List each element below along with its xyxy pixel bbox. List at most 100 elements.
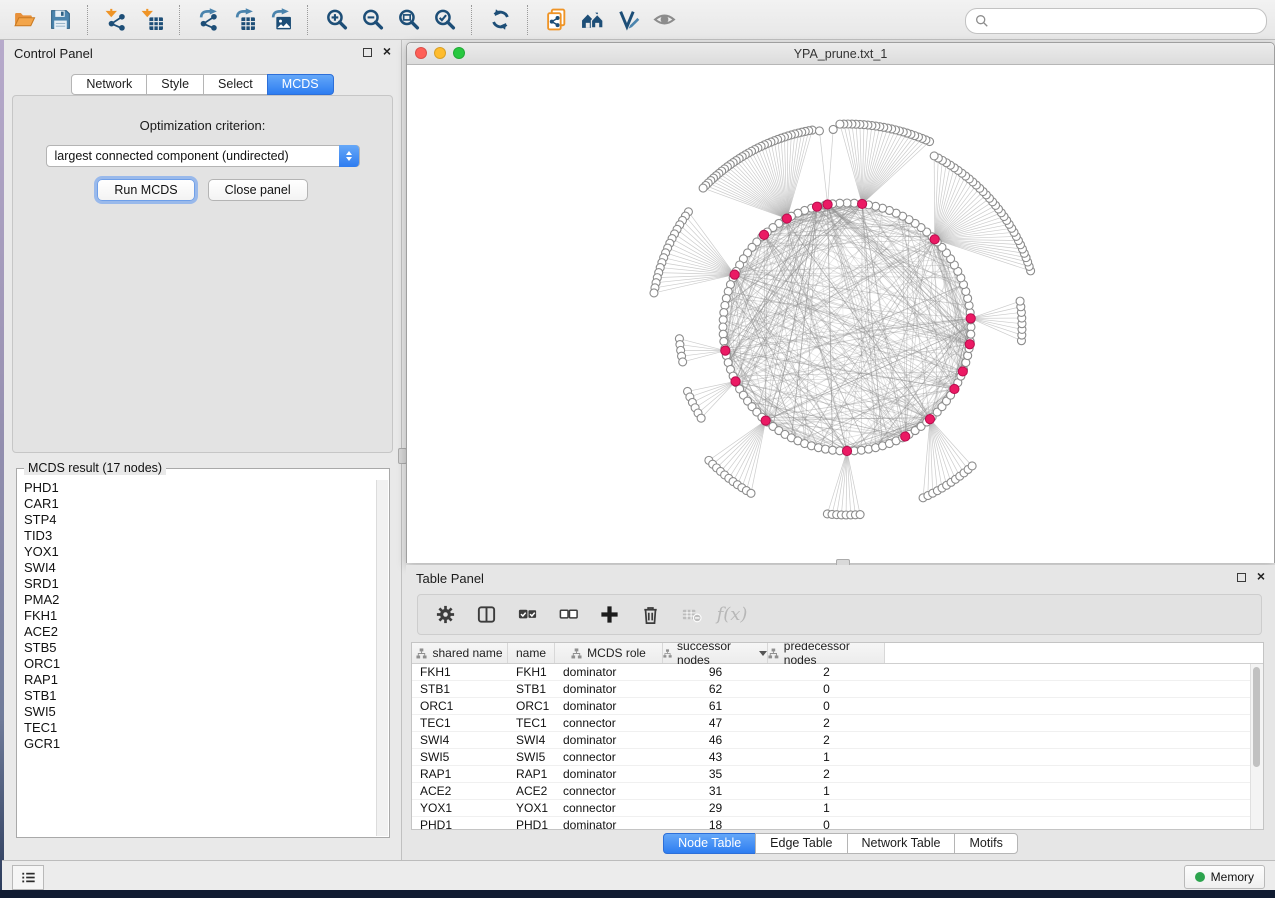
export-image-button[interactable] — [265, 5, 295, 35]
table-row[interactable]: FKH1FKH1dominator962 — [412, 664, 1263, 681]
mcds-result-item[interactable]: SWI5 — [18, 704, 376, 720]
network-canvas[interactable] — [407, 65, 1274, 563]
table-cell: dominator — [555, 766, 663, 782]
mcds-result-item[interactable]: FKH1 — [18, 608, 376, 624]
mcds-result-item[interactable]: TEC1 — [18, 720, 376, 736]
mcds-result-item[interactable]: ORC1 — [18, 656, 376, 672]
table-scrollbar-thumb[interactable] — [1253, 667, 1260, 767]
import-network-icon — [105, 8, 128, 31]
delete-column-button[interactable] — [638, 603, 662, 627]
hide-annotations-button[interactable] — [613, 5, 643, 35]
export-network-button[interactable] — [193, 5, 223, 35]
mcds-result-item[interactable]: SRD1 — [18, 576, 376, 592]
tab-style[interactable]: Style — [146, 74, 204, 95]
traffic-lights — [415, 47, 465, 59]
column-header-predecessor-nodes[interactable]: predecessor nodes — [768, 643, 885, 663]
show-columns-button[interactable] — [474, 603, 498, 627]
table-cell: FKH1 — [508, 664, 555, 680]
deselect-all-icon — [558, 604, 579, 625]
close-panel-button[interactable]: Close panel — [208, 179, 308, 201]
memory-status-icon — [1195, 872, 1205, 882]
zoom-window-icon[interactable] — [453, 47, 465, 59]
import-network-button[interactable] — [101, 5, 131, 35]
column-header-shared-name[interactable]: shared name — [412, 643, 508, 663]
mcds-hub-node — [812, 202, 821, 211]
tab-motifs[interactable]: Motifs — [954, 833, 1017, 854]
mcds-result-item[interactable]: PMA2 — [18, 592, 376, 608]
table-cell: 0 — [768, 817, 885, 830]
leaf-node — [697, 414, 705, 422]
column-header-mcds-role[interactable]: MCDS role — [555, 643, 663, 663]
search-input[interactable] — [994, 11, 1266, 31]
import-table-button[interactable] — [137, 5, 167, 35]
tab-network[interactable]: Network — [71, 74, 147, 95]
table-row[interactable]: STB1STB1dominator620 — [412, 681, 1263, 698]
table-row[interactable]: SWI5SWI5connector431 — [412, 749, 1263, 766]
open-session-button[interactable] — [9, 5, 39, 35]
zoom-fit-button[interactable] — [393, 5, 423, 35]
optimization-criterion-label: Optimization criterion: — [13, 118, 392, 133]
table-row[interactable]: YOX1YOX1connector291 — [412, 800, 1263, 817]
close-table-panel-icon[interactable] — [1255, 571, 1267, 583]
table-row[interactable]: TEC1TEC1connector472 — [412, 715, 1263, 732]
criterion-dropdown[interactable]: largest connected component (undirected) — [46, 145, 360, 167]
mcds-result-item[interactable]: YOX1 — [18, 544, 376, 560]
zoom-out-button[interactable] — [357, 5, 387, 35]
network-snapshot-button[interactable] — [541, 5, 571, 35]
show-hidden-items-button[interactable] — [649, 5, 679, 35]
mcds-result-item[interactable]: STB5 — [18, 640, 376, 656]
mcds-result-item[interactable]: SWI4 — [18, 560, 376, 576]
zoom-in-button[interactable] — [321, 5, 351, 35]
table-cell: TEC1 — [508, 715, 555, 731]
table-cell: STB1 — [412, 681, 508, 697]
main-toolbar — [0, 0, 1275, 40]
mcds-result-scrollbar[interactable] — [376, 480, 388, 836]
sort-desc-icon — [759, 651, 767, 656]
table-row[interactable]: RAP1RAP1dominator352 — [412, 766, 1263, 783]
network-window-titlebar[interactable]: YPA_prune.txt_1 — [407, 43, 1274, 65]
close-window-icon[interactable] — [415, 47, 427, 59]
table-cell: 35 — [663, 766, 768, 782]
export-table-button[interactable] — [229, 5, 259, 35]
automation-panel-button[interactable] — [12, 865, 44, 890]
mcds-result-item[interactable]: RAP1 — [18, 672, 376, 688]
select-all-button[interactable] — [515, 603, 539, 627]
mcds-result-item[interactable]: CAR1 — [18, 496, 376, 512]
settings-button[interactable] — [433, 603, 457, 627]
table-row[interactable]: SWI4SWI4dominator462 — [412, 732, 1263, 749]
mcds-result-item[interactable]: STP4 — [18, 512, 376, 528]
table-cell: 62 — [663, 681, 768, 697]
mcds-tab-content: Optimization criterion: largest connecte… — [12, 95, 393, 453]
run-mcds-button[interactable]: Run MCDS — [97, 179, 194, 201]
column-header-name[interactable]: name — [508, 643, 555, 663]
minimize-window-icon[interactable] — [434, 47, 446, 59]
column-header-successor-nodes[interactable]: successor nodes — [663, 643, 768, 663]
attribute-type-icon — [571, 648, 582, 659]
table-row[interactable]: ACE2ACE2connector311 — [412, 783, 1263, 800]
deselect-all-button[interactable] — [556, 603, 580, 627]
float-panel-icon[interactable] — [363, 48, 372, 57]
save-session-button[interactable] — [45, 5, 75, 35]
table-row[interactable]: PHD1PHD1dominator180 — [412, 817, 1263, 830]
mcds-result-item[interactable]: PHD1 — [18, 480, 376, 496]
tab-mcds[interactable]: MCDS — [267, 74, 334, 95]
tab-select[interactable]: Select — [203, 74, 268, 95]
table-row[interactable]: ORC1ORC1dominator610 — [412, 698, 1263, 715]
new-column-button[interactable] — [597, 603, 621, 627]
mcds-result-item[interactable]: TID3 — [18, 528, 376, 544]
refresh-layout-button[interactable] — [485, 5, 515, 35]
level-of-detail-button[interactable] — [577, 5, 607, 35]
close-panel-icon[interactable] — [381, 46, 393, 58]
mcds-result-item[interactable]: GCR1 — [18, 736, 376, 752]
tab-node-table[interactable]: Node Table — [663, 833, 756, 854]
table-scrollbar[interactable] — [1250, 664, 1263, 829]
zoom-selected-button[interactable] — [429, 5, 459, 35]
memory-button[interactable]: Memory — [1184, 865, 1265, 889]
table-panel-title: Table Panel — [416, 571, 484, 586]
float-table-panel-icon[interactable] — [1237, 573, 1246, 582]
tab-network-table[interactable]: Network Table — [847, 833, 956, 854]
tab-edge-table[interactable]: Edge Table — [755, 833, 847, 854]
mcds-result-item[interactable]: ACE2 — [18, 624, 376, 640]
delete-table-button — [679, 603, 703, 627]
mcds-result-item[interactable]: STB1 — [18, 688, 376, 704]
